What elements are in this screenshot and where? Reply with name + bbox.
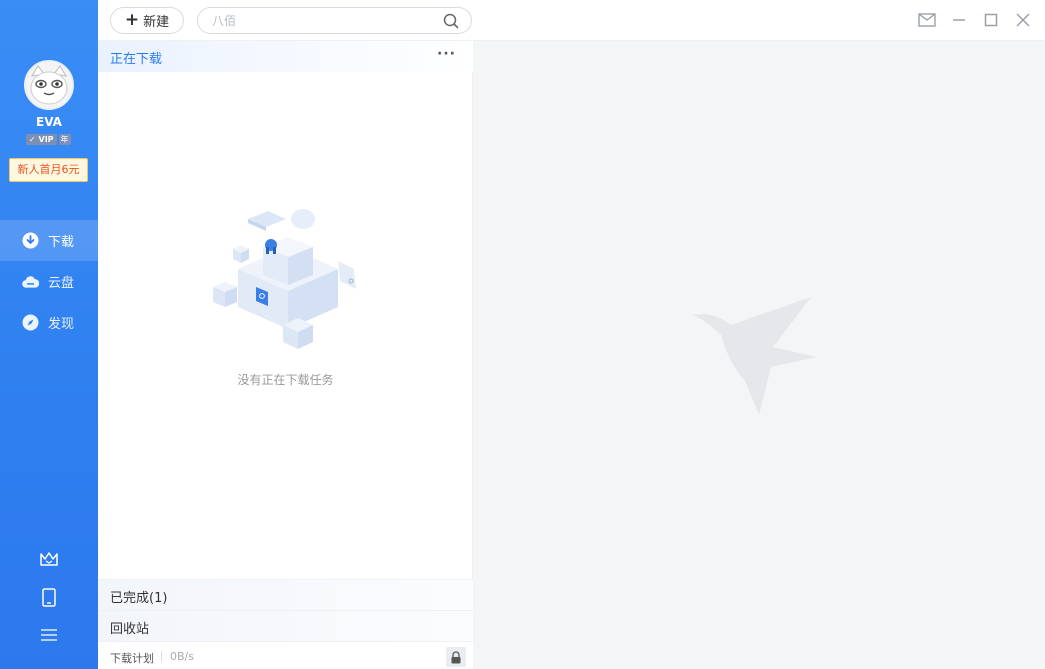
- search-icon[interactable]: [443, 13, 459, 33]
- sidebar-nav: 下载 云盘 发现: [0, 220, 98, 343]
- divider: [161, 651, 162, 662]
- sidebar-item-download[interactable]: 下载: [0, 220, 98, 261]
- downloading-title: 正在下载: [110, 52, 163, 67]
- downloading-section-header[interactable]: 正在下载 ···: [98, 41, 473, 72]
- completed-label: 已完成(1): [110, 591, 168, 606]
- download-plan-bar: 下载计划 0B/s: [98, 641, 473, 669]
- search-input[interactable]: [212, 12, 432, 30]
- minimize-icon[interactable]: [949, 10, 969, 30]
- avatar[interactable]: [24, 60, 74, 110]
- download-plan-button[interactable]: 下载计划: [110, 650, 154, 666]
- completed-section[interactable]: 已完成(1): [98, 579, 473, 610]
- plus-icon: +: [124, 10, 140, 30]
- crown-icon[interactable]: [0, 540, 98, 578]
- window-controls: [917, 10, 1033, 30]
- vip-badge: ✓ VIP: [26, 134, 57, 145]
- cat-avatar-icon: [26, 62, 72, 108]
- sidebar-item-cloud[interactable]: 云盘: [0, 261, 98, 302]
- maximize-icon[interactable]: [981, 10, 1001, 30]
- download-icon: [22, 232, 39, 249]
- toolbar: + 新建: [98, 0, 1045, 41]
- menu-icon[interactable]: [0, 616, 98, 654]
- download-list-panel: 正在下载 ··· 没有正在下载任务 已完成(1) 回收站 下载计划 0B/s: [98, 41, 473, 669]
- sidebar-item-label: 云盘: [48, 276, 75, 291]
- compass-icon: [22, 314, 39, 331]
- recycle-bin-section[interactable]: 回收站: [98, 610, 473, 641]
- bird-logo-icon: [693, 297, 817, 415]
- sidebar: EVA ✓ VIP 年 新人首月6元 下载 云盘 发现: [0, 0, 98, 669]
- cloud-icon: [22, 273, 39, 290]
- sidebar-item-label: 下载: [48, 235, 75, 250]
- promo-button[interactable]: 新人首月6元: [9, 158, 88, 182]
- phone-icon[interactable]: [0, 578, 98, 616]
- close-icon[interactable]: [1013, 10, 1033, 30]
- new-task-label: 新建: [143, 15, 170, 30]
- empty-box-illustration-icon: [213, 209, 356, 349]
- year-badge: 年: [58, 134, 71, 145]
- sidebar-item-label: 发现: [48, 317, 75, 332]
- more-options-icon[interactable]: ···: [437, 46, 456, 62]
- sidebar-item-discover[interactable]: 发现: [0, 302, 98, 343]
- empty-state-text: 没有正在下载任务: [237, 373, 334, 387]
- search-box: [197, 7, 472, 34]
- new-task-button[interactable]: + 新建: [110, 7, 184, 34]
- lock-icon[interactable]: [446, 647, 466, 667]
- mail-icon[interactable]: [917, 10, 937, 30]
- sidebar-bottom: [0, 540, 98, 654]
- recycle-bin-label: 回收站: [110, 622, 150, 637]
- detail-pane: [473, 41, 1045, 669]
- vip-badges: ✓ VIP 年: [26, 134, 71, 146]
- speed-readout: 0B/s: [170, 650, 194, 663]
- username: EVA: [36, 115, 62, 129]
